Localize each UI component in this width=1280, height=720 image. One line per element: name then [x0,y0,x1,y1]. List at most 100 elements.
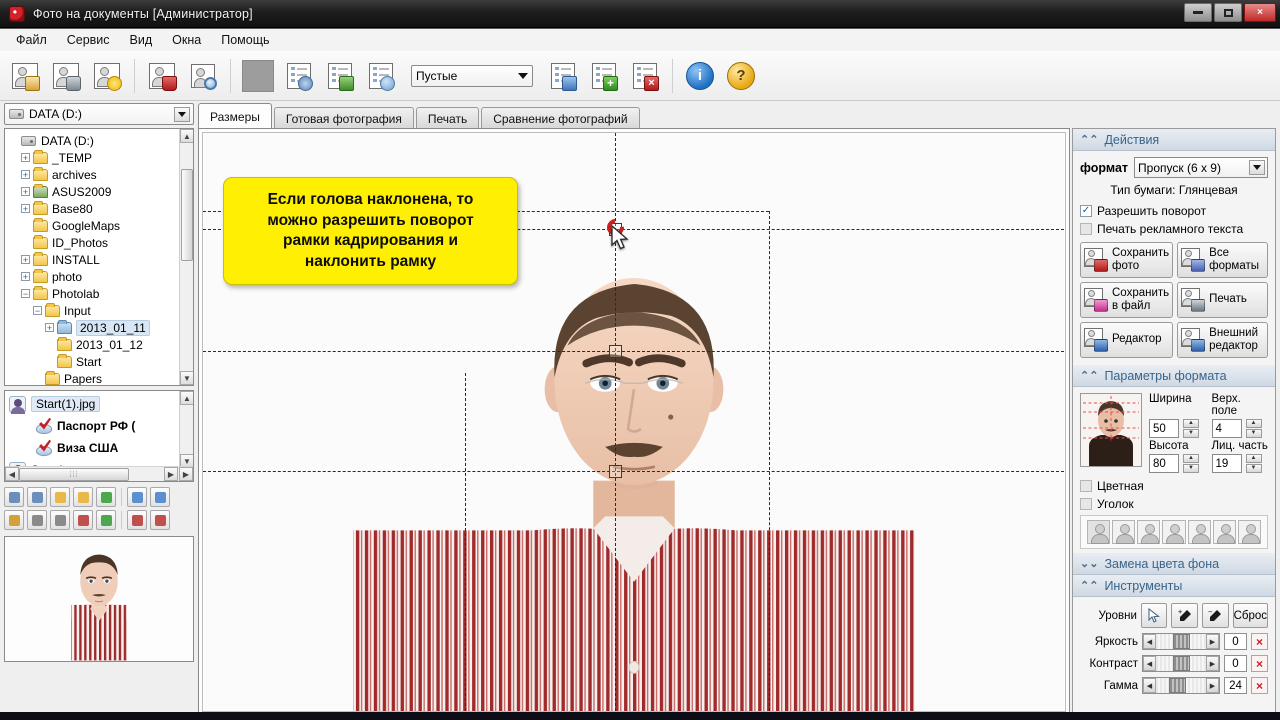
print-ad-text-checkbox[interactable] [1080,223,1092,235]
menu-item-file[interactable]: Файл [8,31,55,49]
slider-track[interactable] [1156,634,1206,649]
new-photo-button[interactable] [88,56,126,96]
color-swatch[interactable] [239,56,277,96]
allow-rotation-row[interactable]: ✓ Разрешить поворот [1080,204,1268,218]
slider-left-arrow-icon[interactable]: ◀ [1143,678,1156,693]
remove-template-button[interactable]: × [626,56,664,96]
tree-item[interactable]: + INSTALL [9,251,179,268]
tree-expander[interactable]: + [21,204,30,213]
reset-button[interactable]: Сброс [1232,603,1269,628]
scroll-thumb[interactable] [181,169,193,261]
remove-format-button[interactable] [27,487,47,507]
brightness-slider-clear-button[interactable]: × [1251,633,1268,650]
gamma-slider-clear-button[interactable]: × [1251,677,1268,694]
sort-date-desc-button[interactable] [150,510,170,530]
tree-item[interactable]: +2013_01_11 [9,319,179,336]
tree-expander[interactable]: + [21,153,30,162]
slider-right-arrow-icon[interactable]: ▶ [1206,656,1219,671]
help-button[interactable]: ? [722,56,760,96]
file-hscrollbar[interactable]: ◀ ⦙⦙⦙ ▶ ▶ [5,466,193,481]
spinner-icon[interactable]: ▲ ▼ [1183,454,1199,473]
menu-item-view[interactable]: Вид [122,31,161,49]
tree-expander[interactable]: + [21,255,30,264]
hscroll-end-button[interactable]: ▶ [179,467,193,481]
scroll-down-button[interactable]: ▼ [180,371,193,385]
black-point-picker-button[interactable]: − [1202,603,1229,628]
tab-compare-photos[interactable]: Сравнение фотографий [481,107,640,129]
sort-name-asc-button[interactable] [127,487,147,507]
white-point-picker-button[interactable]: + [1171,603,1199,628]
print-ad-text-row[interactable]: Печать рекламного текста [1080,222,1268,236]
person-list-button[interactable] [321,56,359,96]
height-field[interactable]: 80 ▲ ▼ [1149,454,1206,473]
find-photo-button[interactable] [184,56,222,96]
tree-item[interactable]: + archives [9,166,179,183]
folder-tree[interactable]: DATA (D:) + _TEMP + archives + ASUS2009 + Base80… [4,128,194,386]
width-field[interactable]: 50 ▲ ▼ [1149,419,1206,438]
maximize-button[interactable] [1214,3,1242,22]
brightness-slider-value[interactable]: 0 [1224,633,1247,650]
edit-button[interactable] [4,510,24,530]
contrast-slider-value[interactable]: 0 [1224,655,1247,672]
corner-checkbox[interactable] [1080,498,1092,510]
gamma-slider[interactable]: ◀ ▶ [1142,677,1220,694]
crop-handle-eyes[interactable] [609,345,622,358]
tree-item[interactable]: + photo [9,268,179,285]
delete-photo-button[interactable] [143,56,181,96]
tree-item[interactable]: + _TEMP [9,149,179,166]
contrast-slider-clear-button[interactable]: × [1251,655,1268,672]
format-params-section-header[interactable]: ⌃⌃ Параметры формата [1073,365,1275,387]
tree-expander[interactable]: − [21,289,30,298]
slider-track[interactable] [1156,678,1206,693]
pose-option[interactable] [1162,520,1186,544]
menu-item-help[interactable]: Помощь [213,31,277,49]
format-field-value[interactable]: 80 [1149,454,1179,473]
tab-print[interactable]: Печать [415,107,480,129]
sort-date-asc-button[interactable] [150,487,170,507]
tree-expander[interactable]: + [45,323,54,332]
all-formats-button[interactable]: Все форматы [1177,242,1268,278]
file-scrollbar[interactable]: ▲ ▼ [179,391,193,468]
capture-photo-button[interactable] [47,56,85,96]
tree-expander[interactable]: + [21,187,30,196]
actions-section-header[interactable]: ⌃⌃ Действия [1073,129,1275,151]
pose-option[interactable] [1237,520,1261,544]
tree-item[interactable]: Papers [9,370,179,385]
spinner-icon[interactable]: ▲ ▼ [1183,419,1199,438]
pose-option[interactable] [1087,520,1111,544]
open-photo-button[interactable] [6,56,44,96]
corner-row[interactable]: Уголок [1080,497,1268,511]
history-list-button[interactable] [362,56,400,96]
face-part-field[interactable]: 19 ▲ ▼ [1211,454,1269,473]
format-field-value[interactable]: 4 [1211,419,1242,438]
pose-option[interactable] [1112,520,1136,544]
list-item[interactable]: Паспорт РФ ( [5,415,193,437]
add-template-button[interactable]: + [585,56,623,96]
scroll-up-button[interactable]: ▲ [180,129,193,143]
tree-expander[interactable]: − [33,306,42,315]
file-scroll-up-button[interactable]: ▲ [180,391,193,405]
list-item[interactable]: Виза США [5,437,193,459]
tree-scrollbar[interactable]: ▲ ▼ [179,129,193,385]
pose-option[interactable] [1212,520,1236,544]
close-button[interactable]: × [1244,3,1276,22]
list-item[interactable]: Start(1).jpg [5,393,193,415]
add-format-button[interactable] [4,487,24,507]
slider-right-arrow-icon[interactable]: ▶ [1206,634,1219,649]
tree-expander[interactable]: + [21,170,30,179]
save-photo-button[interactable]: Сохранить фото [1080,242,1174,278]
contrast-slider[interactable]: ◀ ▶ [1142,655,1220,672]
pose-option[interactable] [1137,520,1161,544]
external-editor-button[interactable]: Внешний редактор [1177,322,1268,358]
gamma-slider-value[interactable]: 24 [1224,677,1247,694]
slider-left-arrow-icon[interactable]: ◀ [1143,656,1156,671]
format-field-value[interactable]: 19 [1211,454,1242,473]
brightness-slider[interactable]: ◀ ▶ [1142,633,1220,650]
photo-canvas[interactable]: Если голова наклонена, то можно разрешит… [198,128,1070,716]
slider-track[interactable] [1156,656,1206,671]
allow-rotation-checkbox[interactable]: ✓ [1080,205,1092,217]
tree-item[interactable]: DATA (D:) [9,132,179,149]
hscroll-left-button[interactable]: ◀ [5,467,19,481]
rotate-left-button[interactable] [27,510,47,530]
settings-list-button[interactable] [280,56,318,96]
